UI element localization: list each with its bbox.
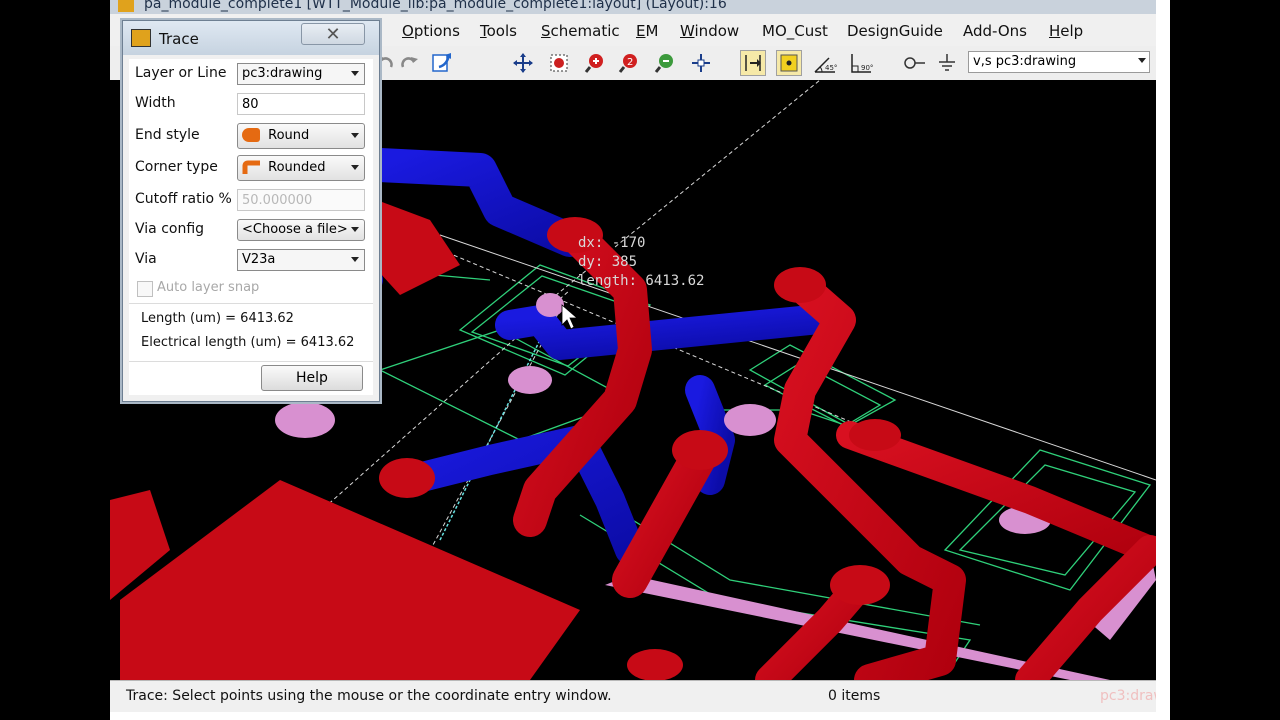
- zoom-2-icon[interactable]: 2: [616, 50, 642, 76]
- menu-mo-cust[interactable]: MO_Cust: [762, 22, 828, 40]
- top-layer-traces: [513, 218, 1156, 680]
- via-config-select[interactable]: <Choose a file>: [237, 219, 365, 241]
- divider: [129, 361, 373, 362]
- end-style-value: Round: [268, 128, 310, 143]
- corner-type-label: Corner type: [135, 159, 218, 175]
- chevron-down-icon: [351, 165, 359, 170]
- end-style-label: End style: [135, 127, 200, 143]
- end-style-select[interactable]: Round: [237, 123, 365, 149]
- redo-icon[interactable]: [396, 50, 422, 76]
- via-value: V23a: [242, 252, 276, 267]
- width-label: Width: [135, 95, 176, 111]
- zoom-in-icon[interactable]: [582, 50, 608, 76]
- layer-combo-value: pc3:drawing: [242, 66, 323, 81]
- select-area-icon[interactable]: [546, 50, 572, 76]
- copper-pour: [120, 480, 580, 680]
- menu-add-ons[interactable]: Add-Ons: [963, 22, 1027, 40]
- svg-text:2: 2: [627, 57, 633, 68]
- dialog-title-bar[interactable]: Trace ✕: [123, 21, 379, 55]
- chevron-down-icon: [351, 257, 359, 262]
- angle-90-icon[interactable]: 90°: [848, 50, 874, 76]
- ground-icon[interactable]: [934, 50, 960, 76]
- via-select[interactable]: V23a: [237, 249, 365, 271]
- layer-combo[interactable]: pc3:drawing: [237, 63, 365, 85]
- dialog-title: Trace: [159, 30, 199, 48]
- menu-designguide[interactable]: DesignGuide: [847, 22, 943, 40]
- zoom-fit-icon[interactable]: [652, 50, 678, 76]
- auto-layer-snap-label: Auto layer snap: [157, 280, 260, 295]
- status-item-count: 0 items: [828, 688, 881, 704]
- chevron-down-icon: [351, 71, 359, 76]
- help-button[interactable]: Help: [261, 365, 363, 391]
- menu-options[interactable]: Options: [402, 22, 460, 40]
- window-title-bar: pa_module_complete1 [WTT_Module_lib:pa_m…: [110, 0, 1156, 14]
- snap-mode-icon[interactable]: [740, 50, 766, 76]
- via-config-label: Via config: [135, 221, 205, 237]
- length-readout: length: 6413.62: [578, 273, 705, 289]
- close-icon: ✕: [325, 23, 341, 45]
- chevron-down-icon: [1138, 58, 1146, 63]
- screen-margin: [1156, 0, 1170, 720]
- port-icon[interactable]: [900, 50, 926, 76]
- rounded-corner-icon: [242, 160, 260, 174]
- menu-tools[interactable]: Tools: [480, 22, 517, 40]
- status-message: Trace: Select points using the mouse or …: [126, 688, 612, 704]
- via-config-value: <Choose a file>: [242, 222, 348, 237]
- menu-help[interactable]: Help: [1049, 22, 1083, 40]
- dx-readout: dx: -170: [578, 235, 646, 251]
- chevron-down-icon: [351, 133, 359, 138]
- chevron-down-icon: [351, 227, 359, 232]
- close-button[interactable]: ✕: [301, 23, 365, 45]
- width-input[interactable]: 80: [237, 93, 365, 115]
- layer-select[interactable]: v,s pc3:drawing: [968, 51, 1150, 73]
- status-bar: Trace: Select points using the mouse or …: [110, 680, 1156, 713]
- angle-45-icon[interactable]: 45°: [812, 50, 838, 76]
- via-label: Via: [135, 251, 157, 267]
- round-end-icon: [242, 128, 260, 142]
- dy-readout: dy: 385: [578, 254, 638, 270]
- cutoff-ratio-input: 50.000000: [237, 189, 365, 211]
- corner-type-value: Rounded: [268, 160, 326, 175]
- divider: [129, 303, 373, 304]
- move-icon[interactable]: [510, 50, 536, 76]
- svg-text:45°: 45°: [825, 64, 837, 72]
- trace-dialog: Trace ✕ Layer or Line pc3:drawing Width …: [122, 20, 380, 402]
- length-info: Length (um) = 6413.62: [141, 311, 294, 326]
- window-title: pa_module_complete1 [WTT_Module_lib:pa_m…: [144, 0, 727, 12]
- redraw-icon[interactable]: [430, 50, 456, 76]
- auto-layer-snap-checkbox[interactable]: [137, 281, 153, 297]
- snap-icon[interactable]: [688, 50, 714, 76]
- status-layer: pc3:drawing: [1100, 688, 1156, 704]
- trace-app-icon: [131, 29, 151, 47]
- ads-layout-window: pa_module_complete1 [WTT_Module_lib:pa_m…: [110, 0, 1156, 720]
- menu-em[interactable]: EM: [636, 22, 658, 40]
- grid-snap-icon[interactable]: [776, 50, 802, 76]
- dialog-body: Layer or Line pc3:drawing Width 80 End s…: [129, 59, 373, 395]
- electrical-length-info: Electrical length (um) = 6413.62: [141, 335, 355, 350]
- menu-window[interactable]: Window: [680, 22, 739, 40]
- layer-label: Layer or Line: [135, 65, 227, 81]
- corner-type-select[interactable]: Rounded: [237, 155, 365, 181]
- app-icon: [118, 0, 134, 12]
- cutoff-ratio-label: Cutoff ratio %: [135, 191, 232, 207]
- layer-select-value: v,s pc3:drawing: [973, 54, 1077, 69]
- menu-schematic[interactable]: Schematic: [541, 22, 620, 40]
- window-bottom-edge: [110, 712, 1156, 720]
- svg-text:90°: 90°: [861, 64, 873, 72]
- mouse-cursor: [561, 304, 579, 330]
